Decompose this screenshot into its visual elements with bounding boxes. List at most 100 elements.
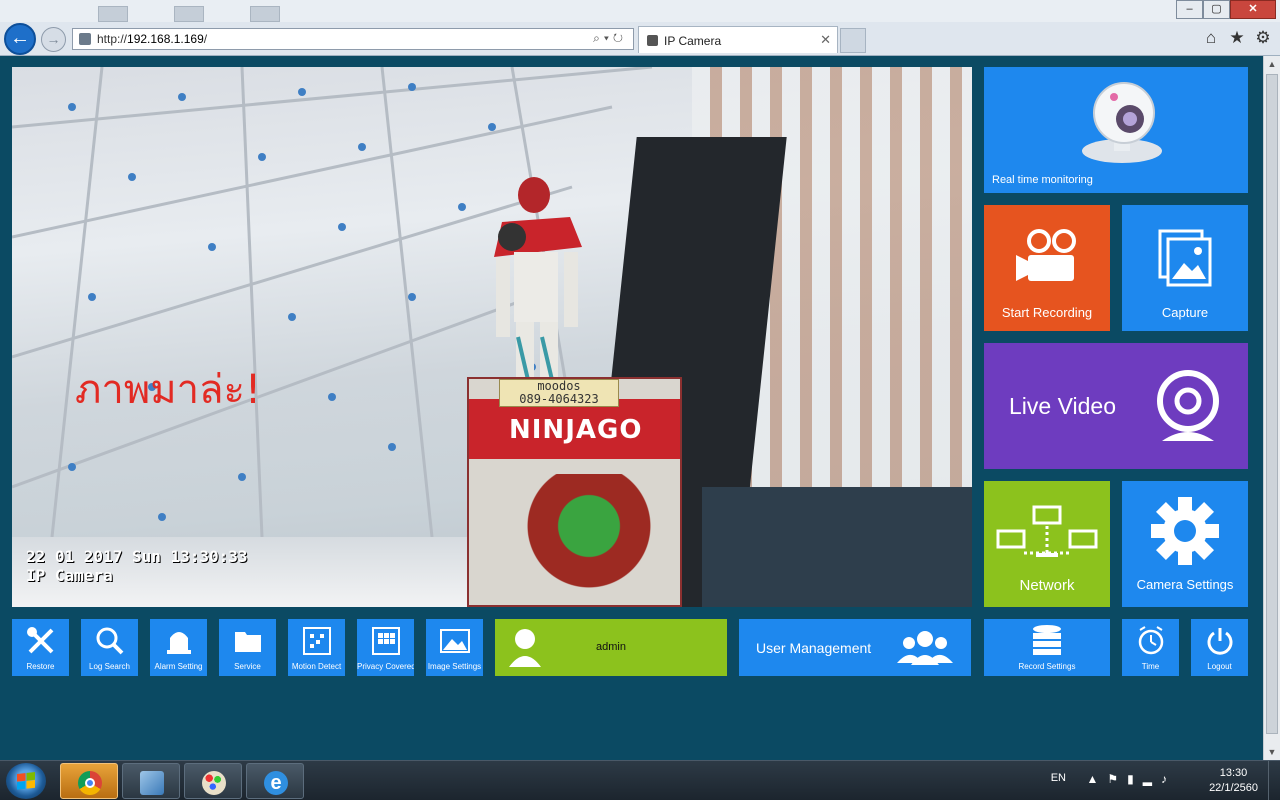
windows-logo-icon xyxy=(17,772,35,790)
camera-settings-label: Camera Settings xyxy=(1136,577,1234,592)
title-bar xyxy=(0,0,1280,22)
users-group-icon xyxy=(897,631,953,665)
clock-icon xyxy=(1138,626,1164,655)
taskbar-paint[interactable] xyxy=(184,763,242,799)
gear-icon[interactable]: ⚙ xyxy=(1254,28,1272,48)
taskbar-clock[interactable]: 13:30 22/1/2560 xyxy=(1209,766,1258,796)
taskbar-chrome[interactable] xyxy=(60,763,118,799)
show-hidden-icon[interactable]: ▲ xyxy=(1087,772,1108,786)
box-brand: NINJAGO xyxy=(509,415,643,445)
logout-label: Logout xyxy=(1207,662,1232,671)
osd-camera-name: IP Camera xyxy=(26,566,113,585)
address-tools: ⌕▾↻ xyxy=(593,31,627,46)
pinned-site-1[interactable] xyxy=(98,6,128,22)
restore-label: Restore xyxy=(26,662,55,671)
time-label: Time xyxy=(1141,662,1160,671)
pinned-site-3[interactable] xyxy=(250,6,280,22)
toy-box: NINJAGO moodos 089-4064323 xyxy=(467,377,682,607)
privacy-covered-label: Privacy Covered xyxy=(357,662,414,671)
signal-icon[interactable]: ▂ xyxy=(1143,772,1161,786)
network-map-icon xyxy=(140,771,164,795)
page-icon xyxy=(79,33,91,45)
time-tile[interactable]: Time xyxy=(1122,619,1179,676)
database-icon xyxy=(1033,625,1061,655)
webcam-outline-icon xyxy=(1157,370,1219,441)
action-center-icon[interactable]: ⚑ xyxy=(1107,772,1127,786)
volume-icon[interactable]: ♪ xyxy=(1161,772,1176,786)
gear-icon xyxy=(1151,497,1219,565)
url-scheme: http:// xyxy=(97,32,128,46)
network-tile[interactable]: Network xyxy=(984,481,1110,607)
start-button[interactable] xyxy=(6,763,46,799)
admin-user-tile[interactable]: admin xyxy=(495,619,727,676)
browser-toolbar-icons: ⌂ ★ ⚙ xyxy=(1202,28,1272,48)
box-artwork xyxy=(524,474,654,604)
restore-tile[interactable]: Restore xyxy=(12,619,69,676)
capture-tile[interactable]: Capture xyxy=(1122,205,1248,331)
network-topology-icon xyxy=(996,505,1098,557)
taskbar-network-map[interactable] xyxy=(122,763,180,799)
image-settings-tile[interactable]: Image Settings xyxy=(426,619,483,676)
vertical-scrollbar[interactable]: ▲ ▼ xyxy=(1263,56,1280,760)
motion-detect-label: Motion Detect xyxy=(291,662,342,671)
siren-icon xyxy=(167,632,191,654)
record-settings-tile[interactable]: Record Settings xyxy=(984,619,1110,676)
show-desktop-button[interactable] xyxy=(1268,761,1280,800)
address-bar[interactable]: http://192.168.1.169/ ⌕▾↻ xyxy=(72,28,634,50)
image-icon xyxy=(440,629,470,653)
motion-detect-tile[interactable]: Motion Detect xyxy=(288,619,345,676)
user-management-tile[interactable]: User Management xyxy=(739,619,971,676)
star-icon[interactable]: ★ xyxy=(1228,28,1246,48)
dropdown-icon[interactable]: ▾ xyxy=(604,31,613,45)
alarm-setting-tile[interactable]: Alarm Setting xyxy=(150,619,207,676)
search-icon[interactable]: ⌕ xyxy=(593,31,604,45)
clock-time: 13:30 xyxy=(1219,767,1248,779)
service-tile[interactable]: Service xyxy=(219,619,276,676)
camera-live-view[interactable]: NINJAGO moodos 089-4064323 ภาพมาล่ะ! 22 … xyxy=(12,67,972,607)
log-search-tile[interactable]: Log Search xyxy=(81,619,138,676)
close-window-button[interactable]: ✕ xyxy=(1230,0,1276,19)
maximize-button[interactable]: ▢ xyxy=(1203,0,1230,19)
url-text[interactable]: http://192.168.1.169/ xyxy=(97,32,207,46)
realtime-monitoring-tile[interactable]: Real time monitoring xyxy=(984,67,1248,193)
home-icon[interactable]: ⌂ xyxy=(1202,28,1220,48)
admin-label: admin xyxy=(596,641,626,653)
privacy-grid-icon xyxy=(372,627,400,655)
language-indicator[interactable]: EN xyxy=(1051,772,1066,784)
scroll-thumb[interactable] xyxy=(1266,74,1278,734)
url-path: / xyxy=(203,32,208,46)
chrome-icon xyxy=(78,771,102,795)
pinned-site-2[interactable] xyxy=(174,6,204,22)
video-camera-icon xyxy=(1016,229,1076,281)
realtime-monitoring-label: Real time monitoring xyxy=(992,174,1093,186)
scene-clutter xyxy=(702,487,972,607)
new-tab-button[interactable] xyxy=(840,28,866,53)
minimize-button[interactable]: – xyxy=(1176,0,1203,19)
taskbar-internet-explorer[interactable]: e xyxy=(246,763,304,799)
privacy-covered-tile[interactable]: Privacy Covered xyxy=(357,619,414,676)
service-label: Service xyxy=(234,662,261,671)
refresh-icon[interactable]: ↻ xyxy=(613,31,627,45)
overlay-caption: ภาพมาล่ะ! xyxy=(75,367,262,413)
window-controls: – ▢ ✕ xyxy=(1176,0,1276,20)
forward-button[interactable]: → xyxy=(41,27,66,52)
taskbar: e EN ▲⚑▮▂♪ 13:30 22/1/2560 xyxy=(0,760,1280,800)
back-button[interactable]: ← xyxy=(4,23,36,55)
power-plug-icon[interactable]: ▮ xyxy=(1127,772,1143,786)
clock-date: 22/1/2560 xyxy=(1209,782,1258,794)
tab-close-icon[interactable]: ✕ xyxy=(820,32,831,48)
scroll-down-icon[interactable]: ▼ xyxy=(1264,744,1280,760)
start-recording-tile[interactable]: Start Recording xyxy=(984,205,1110,331)
network-label: Network xyxy=(1019,577,1075,594)
logout-tile[interactable]: Logout xyxy=(1191,619,1248,676)
live-video-tile[interactable]: Live Video xyxy=(984,343,1248,469)
tray-icons: ▲⚑▮▂♪ xyxy=(1087,772,1177,786)
internet-explorer-icon: e xyxy=(264,771,288,795)
camera-settings-tile[interactable]: Camera Settings xyxy=(1122,481,1248,607)
capture-label: Capture xyxy=(1161,305,1209,320)
scroll-up-icon[interactable]: ▲ xyxy=(1264,56,1280,72)
folder-icon xyxy=(235,632,261,652)
pinned-sites xyxy=(98,6,280,22)
url-host: 192.168.1.169 xyxy=(127,32,204,46)
browser-tab[interactable]: IP Camera ✕ xyxy=(638,26,838,53)
